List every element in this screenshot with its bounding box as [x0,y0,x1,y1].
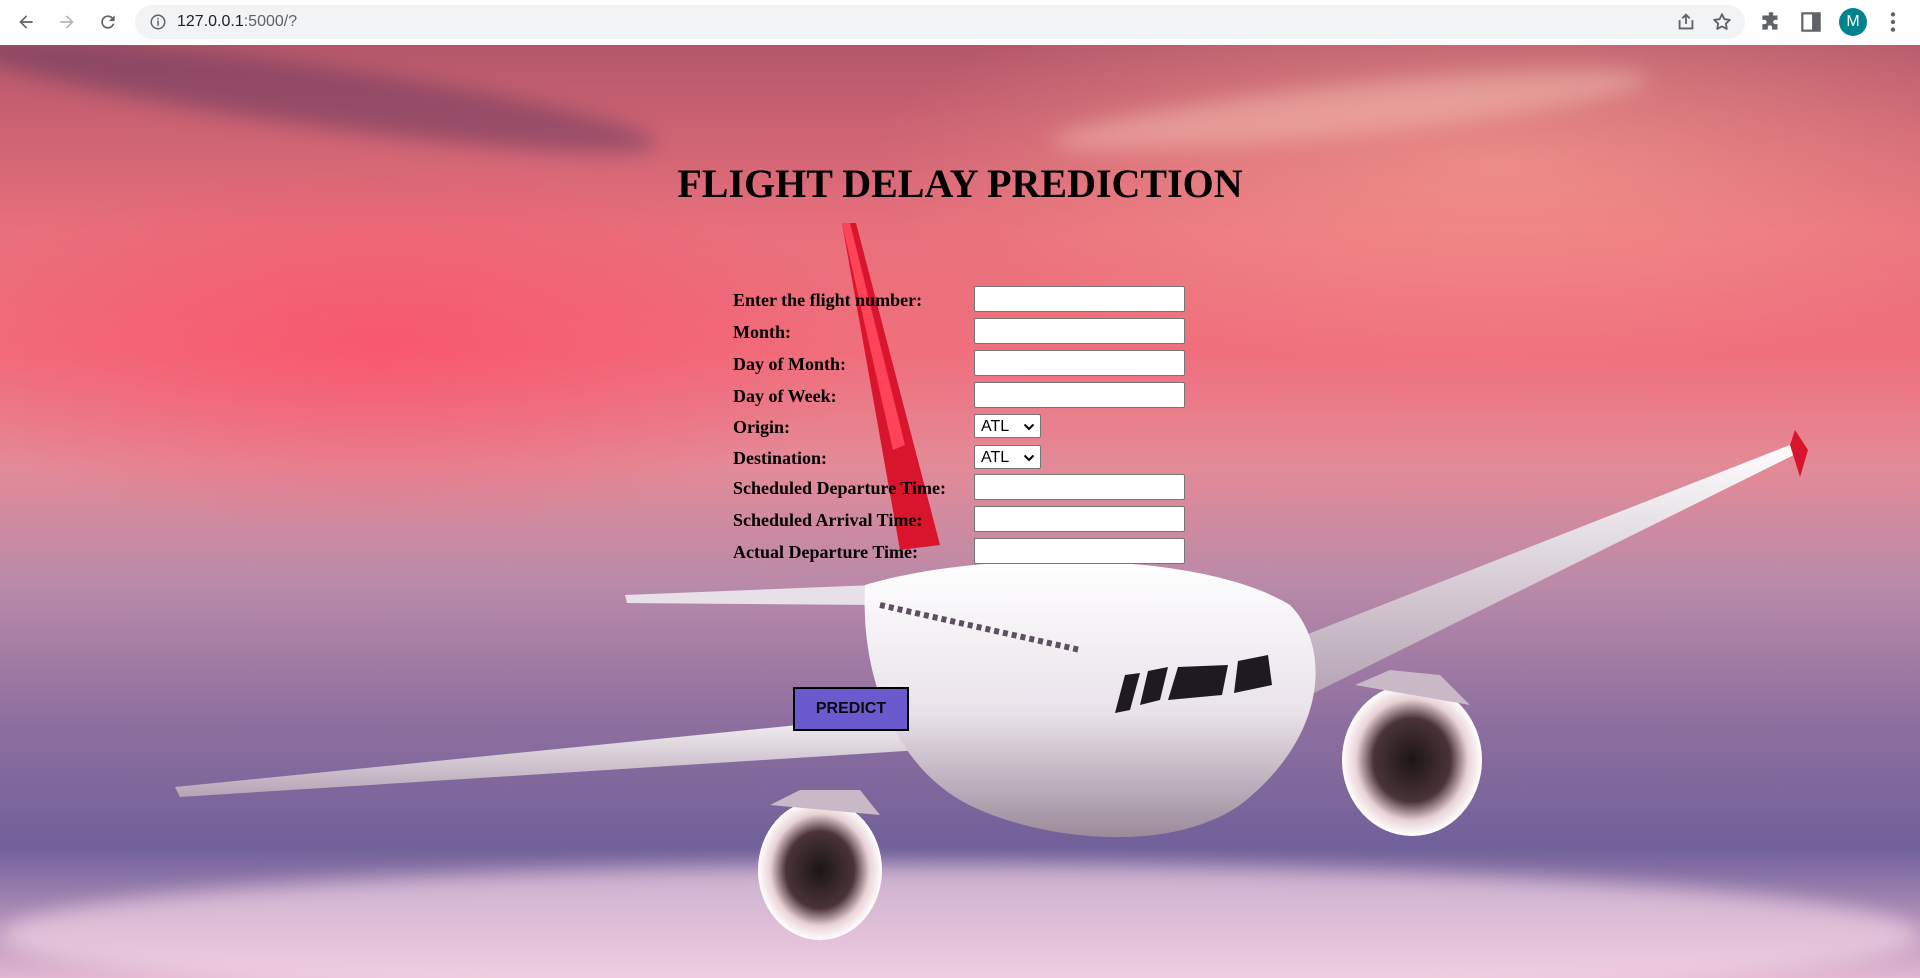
destination-label: Destination: [733,448,827,468]
url-host: 127.0.0.1 [177,13,244,30]
predict-button[interactable]: PREDICT [793,687,909,731]
origin-row: Origin: ATL [731,413,1191,441]
page-title: FLIGHT DELAY PREDICTION [677,161,1243,206]
avatar-letter: M [1846,13,1860,30]
page-background: FLIGHT DELAY PREDICTION Enter the flight… [0,45,1920,978]
day-of-month-row: Day of Month: [731,350,1191,378]
address-bar[interactable]: 127.0.0.1:5000/? [135,5,1745,39]
scheduled-arrival-row: Scheduled Arrival Time: [731,506,1191,534]
actual-departure-row: Actual Departure Time: [731,538,1191,566]
chevron-down-icon [1023,454,1035,462]
scheduled-departure-input[interactable] [974,474,1185,500]
share-icon[interactable] [1675,11,1697,33]
star-icon[interactable] [1711,11,1733,33]
origin-select[interactable]: ATL [974,414,1041,438]
day-of-week-input[interactable] [974,382,1185,408]
info-icon[interactable] [149,13,167,31]
scheduled-arrival-input[interactable] [974,506,1185,532]
day-of-month-label: Day of Month: [733,354,846,374]
day-of-month-input[interactable] [974,350,1185,376]
flight-number-row: Enter the flight number: [731,286,1191,314]
side-panel-icon[interactable] [1798,9,1824,35]
chevron-down-icon [1023,423,1035,431]
destination-selected-value: ATL [981,449,1010,466]
actual-departure-label: Actual Departure Time: [733,542,918,562]
destination-select[interactable]: ATL [974,445,1041,469]
actual-departure-input[interactable] [974,538,1185,564]
month-label: Month: [733,322,791,342]
origin-label: Origin: [733,417,790,437]
browser-toolbar: 127.0.0.1:5000/? M [0,0,1920,46]
day-of-week-row: Day of Week: [731,382,1191,410]
flight-number-input[interactable] [974,286,1185,312]
scheduled-departure-label: Scheduled Departure Time: [733,478,947,498]
reload-icon[interactable] [92,6,124,38]
month-input[interactable] [974,318,1185,344]
scheduled-departure-row: Scheduled Departure Time: [731,474,1191,502]
url-text[interactable]: 127.0.0.1:5000/? [177,13,297,31]
menu-icon[interactable] [1880,9,1906,35]
extensions-icon[interactable] [1758,9,1784,35]
forward-icon[interactable] [51,6,83,38]
scheduled-arrival-label: Scheduled Arrival Time: [733,510,923,530]
day-of-week-label: Day of Week: [733,386,837,406]
month-row: Month: [731,318,1191,346]
avatar[interactable]: M [1839,8,1867,36]
destination-row: Destination: ATL [731,444,1191,472]
flight-number-label: Enter the flight number: [733,290,923,310]
url-path: :5000/? [243,13,298,30]
origin-selected-value: ATL [981,418,1010,435]
back-icon[interactable] [10,6,42,38]
